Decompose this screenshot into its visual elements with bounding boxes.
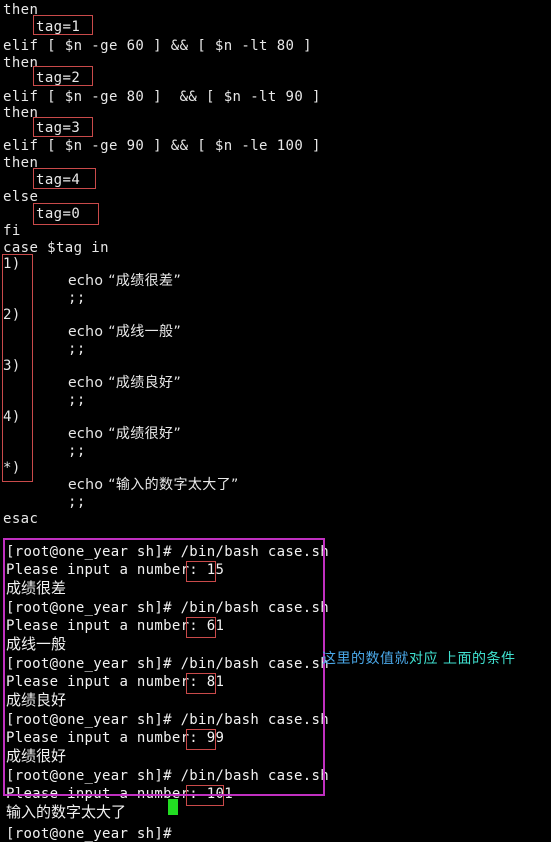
code-line-esac: esac xyxy=(3,511,39,527)
code-line-else: else xyxy=(3,189,39,205)
annotation-text-part-a: 这里的数值就 xyxy=(322,651,409,667)
terminal-command-line-4: [root@one_year sh]# /bin/bash case.sh xyxy=(6,712,329,728)
terminal-input-line-4[interactable]: Please input a number: 99 xyxy=(6,730,224,746)
terminal-result-line-5: 输入的数字太大了 xyxy=(6,803,127,821)
terminal-command-line-1: [root@one_year sh]# /bin/bash case.sh xyxy=(6,544,329,560)
code-line-then-1: then xyxy=(3,2,39,18)
code-line-case-star: *) xyxy=(3,460,21,476)
terminal-output-region[interactable]: [root@one_year sh]# /bin/bash case.sh Pl… xyxy=(0,530,551,842)
code-line-tag-4: tag=4 xyxy=(36,172,81,188)
code-line-tag-1: tag=1 xyxy=(36,19,81,35)
terminal-result-line-3: 成绩良好 xyxy=(6,691,67,709)
code-line-echo-1: echo “成绩很差” xyxy=(68,273,182,289)
script-code-region: then tag=1 elif [ $n -ge 60 ] && [ $n -l… xyxy=(0,0,551,530)
code-line-dsemi-5: ;; xyxy=(68,494,86,510)
annotation-text: 这里的数值就对应 上面的条件 xyxy=(322,648,515,668)
code-line-dsemi-2: ;; xyxy=(68,341,86,357)
terminal-result-line-4: 成绩很好 xyxy=(6,747,67,765)
code-line-case-3: 3) xyxy=(3,358,21,374)
terminal-input-line-3[interactable]: Please input a number: 81 xyxy=(6,674,224,690)
code-line-tag-0: tag=0 xyxy=(36,206,81,222)
code-line-case-4: 4) xyxy=(3,409,21,425)
terminal-command-line-3: [root@one_year sh]# /bin/bash case.sh xyxy=(6,656,329,672)
terminal-cursor xyxy=(168,799,178,815)
code-line-fi: fi xyxy=(3,223,21,239)
terminal-input-line-5[interactable]: Please input a number: 101 xyxy=(6,786,233,802)
code-line-echo-3: echo “成绩良好” xyxy=(68,375,182,391)
terminal-input-line-1[interactable]: Please input a number: 15 xyxy=(6,562,224,578)
code-line-tag-2: tag=2 xyxy=(36,70,81,86)
code-line-echo-5: echo “输入的数字太大了” xyxy=(68,477,239,493)
code-line-then-3: then xyxy=(3,105,39,121)
code-line-case-2: 2) xyxy=(3,307,21,323)
code-line-elif-80: elif [ $n -ge 80 ] && [ $n -lt 90 ] xyxy=(3,89,321,105)
code-line-elif-60: elif [ $n -ge 60 ] && [ $n -lt 80 ] xyxy=(3,38,313,54)
terminal-result-line-1: 成绩很差 xyxy=(6,579,67,597)
code-line-then-2: then xyxy=(3,55,39,71)
code-line-dsemi-3: ;; xyxy=(68,392,86,408)
code-line-dsemi-4: ;; xyxy=(68,443,86,459)
code-line-tag-3: tag=3 xyxy=(36,120,81,136)
terminal-result-line-2: 成线一般 xyxy=(6,635,67,653)
code-line-case-1: 1) xyxy=(3,256,21,272)
code-line-echo-4: echo “成绩很好” xyxy=(68,426,182,442)
terminal-final-prompt[interactable]: [root@one_year sh]# xyxy=(6,826,181,842)
terminal-command-line-2: [root@one_year sh]# /bin/bash case.sh xyxy=(6,600,329,616)
annotation-text-part-b: 对应 上面的条件 xyxy=(409,651,516,667)
code-line-case: case $tag in xyxy=(3,240,109,256)
code-line-elif-90: elif [ $n -ge 90 ] && [ $n -le 100 ] xyxy=(3,138,321,154)
terminal-screenshot: then tag=1 elif [ $n -ge 60 ] && [ $n -l… xyxy=(0,0,551,842)
code-line-dsemi-1: ;; xyxy=(68,290,86,306)
code-line-then-4: then xyxy=(3,155,39,171)
terminal-command-line-5: [root@one_year sh]# /bin/bash case.sh xyxy=(6,768,329,784)
code-line-echo-2: echo “成线一般” xyxy=(68,324,182,340)
terminal-input-line-2[interactable]: Please input a number: 61 xyxy=(6,618,224,634)
